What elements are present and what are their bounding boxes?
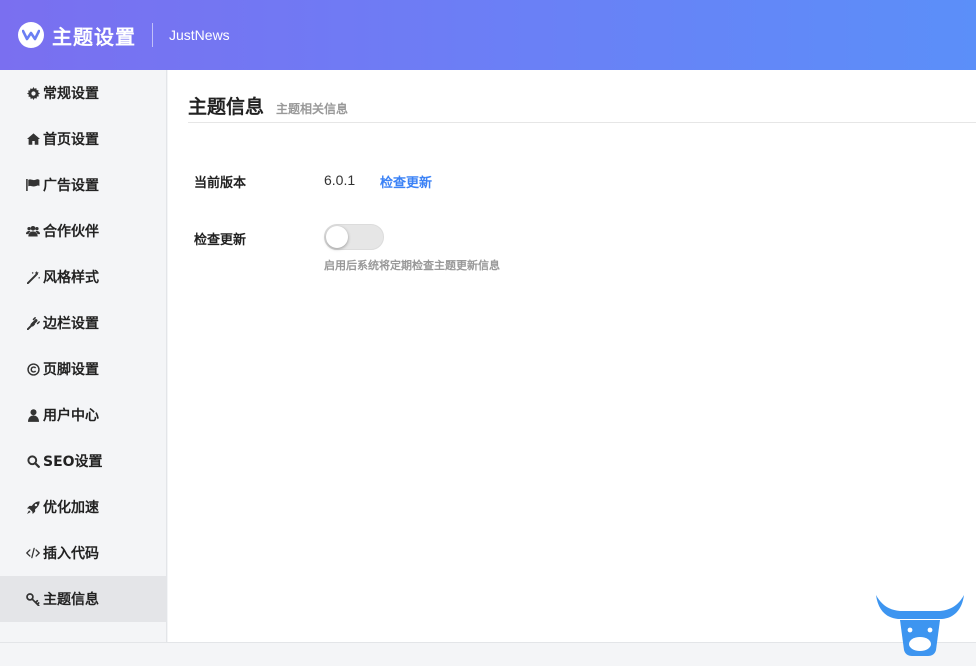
sidebar-item-label: 风格样式 (43, 270, 99, 286)
sidebar-item-label: 合作伙伴 (43, 224, 99, 240)
sidebar-item-label: 用户中心 (43, 408, 99, 424)
flag-icon (26, 178, 40, 192)
users-icon (26, 224, 40, 238)
auto-update-hint: 启用后系统将定期检查主题更新信息 (324, 259, 500, 272)
code-icon (26, 546, 40, 560)
current-version-value: 6.0.1 (324, 172, 356, 188)
page-header: 主题信息 主题相关信息 (188, 92, 976, 123)
page-subtitle: 主题相关信息 (276, 102, 349, 116)
sidebar-item-sidebar[interactable]: 边栏设置 (0, 300, 166, 346)
sidebar-item-label: 广告设置 (43, 178, 99, 194)
user-icon (26, 408, 40, 422)
sidebar-item-label: 页脚设置 (43, 362, 99, 378)
sidebar-item-general[interactable]: 常规设置 (0, 70, 166, 116)
sidebar-item-seo[interactable]: SEO设置 (0, 438, 166, 484)
magic-wand-icon (26, 270, 40, 284)
auto-update-toggle[interactable] (324, 224, 384, 250)
search-icon (26, 454, 40, 468)
sidebar-item-label: 首页设置 (43, 132, 99, 148)
sidebar-item-ads[interactable]: 广告设置 (0, 162, 166, 208)
sidebar-item-label: 常规设置 (43, 86, 99, 102)
plug-icon (26, 316, 40, 330)
bull-horns-icon (872, 592, 968, 662)
header-divider (152, 23, 153, 47)
auto-update-label: 检查更新 (194, 233, 247, 248)
sidebar-item-theme-info[interactable]: 主题信息 (0, 576, 166, 622)
sidebar-item-footer[interactable]: 页脚设置 (0, 346, 166, 392)
rocket-icon (26, 500, 40, 514)
sidebar-item-optimize[interactable]: 优化加速 (0, 484, 166, 530)
check-update-link[interactable]: 检查更新 (380, 172, 432, 191)
home-icon (26, 132, 40, 146)
sidebar-item-home[interactable]: 首页设置 (0, 116, 166, 162)
sidebar: 常规设置 首页设置 广告设置 合作伙伴 风格样式 边栏设置 页脚设置 用户中心 … (0, 70, 167, 642)
current-version-label: 当前版本 (194, 176, 247, 191)
theme-logo-icon (18, 22, 44, 48)
page-title: 主题信息 (188, 96, 265, 118)
sidebar-item-label: 主题信息 (43, 592, 99, 608)
theme-name: JustNews (169, 27, 230, 43)
key-icon (26, 592, 40, 606)
sidebar-item-label: SEO设置 (43, 454, 103, 470)
sidebar-item-label: 插入代码 (43, 546, 99, 562)
sidebar-item-insert-code[interactable]: 插入代码 (0, 530, 166, 576)
sidebar-item-user-center[interactable]: 用户中心 (0, 392, 166, 438)
top-header: 主题设置 JustNews (0, 0, 976, 70)
copyright-icon (26, 362, 40, 376)
sidebar-item-partners[interactable]: 合作伙伴 (0, 208, 166, 254)
sidebar-item-label: 边栏设置 (43, 316, 99, 332)
gear-icon (26, 86, 40, 100)
main-panel: 主题信息 主题相关信息 当前版本 6.0.1 检查更新 检查更新 启用后系统将定… (168, 70, 976, 642)
sidebar-item-style[interactable]: 风格样式 (0, 254, 166, 300)
header-title: 主题设置 (52, 24, 136, 49)
footer-bar (0, 642, 976, 666)
sidebar-item-label: 优化加速 (43, 500, 99, 516)
toggle-knob (326, 226, 348, 248)
